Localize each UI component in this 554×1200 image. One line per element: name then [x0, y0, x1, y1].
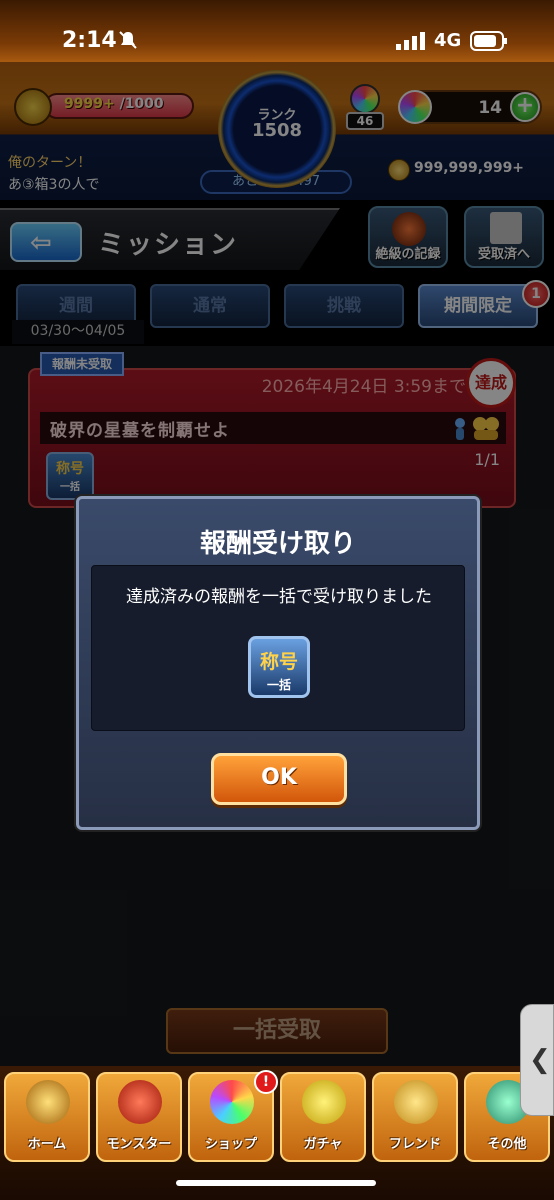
monster-icon: [118, 1080, 162, 1124]
nav-monster-label: モンスター: [106, 1137, 172, 1152]
home-icon: [26, 1080, 70, 1124]
title-reward-icon: 称号 一括: [248, 636, 310, 698]
modal-title: 報酬受け取り: [199, 529, 356, 559]
nav-other-label: その他: [487, 1137, 527, 1152]
home-indicator[interactable]: [176, 1180, 376, 1186]
nav-home[interactable]: ホーム: [4, 1072, 90, 1162]
status-time: 2:14: [62, 28, 117, 53]
shop-icon: [210, 1080, 254, 1124]
status-bar: 2:14 4G: [0, 0, 554, 62]
nav-monster[interactable]: モンスター: [96, 1072, 182, 1162]
title-reward-sub: 一括: [266, 678, 291, 692]
nav-gacha[interactable]: ガチャ: [280, 1072, 366, 1162]
side-panel-handle[interactable]: ❮: [520, 1004, 554, 1116]
battery-icon: [470, 31, 507, 51]
nav-shop[interactable]: ショップ !: [188, 1070, 278, 1162]
signal-icon: [396, 32, 425, 50]
gacha-icon: [302, 1080, 346, 1124]
shop-alert-badge: !: [254, 1070, 278, 1094]
friend-icon: [394, 1080, 438, 1124]
nav-shop-label: ショップ: [204, 1137, 257, 1152]
nav-home-label: ホーム: [27, 1137, 67, 1152]
ok-button[interactable]: OK: [211, 753, 347, 805]
modal-body: 達成済みの報酬を一括で受け取りました 称号 一括: [91, 565, 465, 731]
title-reward-label: 称号: [259, 651, 298, 673]
nav-friend[interactable]: フレンド: [372, 1072, 458, 1162]
nav-friend-label: フレンド: [388, 1137, 441, 1152]
modal-message: 達成済みの報酬を一括で受け取りました: [126, 587, 432, 607]
bell-muted-icon: [119, 31, 137, 49]
network-label: 4G: [434, 30, 462, 51]
reward-modal: 報酬受け取り 達成済みの報酬を一括で受け取りました 称号 一括 OK: [76, 496, 480, 830]
nav-gacha-label: ガチャ: [303, 1137, 343, 1152]
chevron-left-icon: ❮: [529, 1045, 551, 1075]
